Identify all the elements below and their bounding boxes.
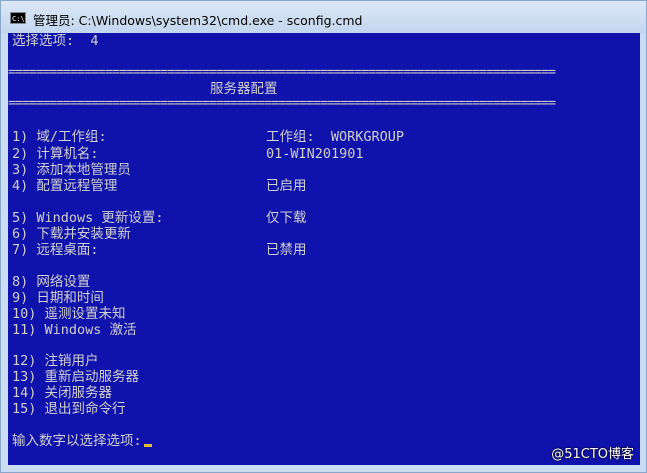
previous-prompt-line: 选择选项: 4 bbox=[12, 33, 99, 49]
menu-item-activation-label: 11) Windows 激活 bbox=[12, 322, 137, 338]
menu-heading: 服务器配置 bbox=[210, 81, 278, 97]
menu-item-datetime-label: 9) 日期和时间 bbox=[12, 290, 104, 306]
menu-item-update-settings-value: 仅下载 bbox=[266, 210, 307, 226]
menu-item-shutdown-label: 14) 关闭服务器 bbox=[12, 385, 113, 401]
menu-item-remote-desktop-value: 已禁用 bbox=[266, 242, 307, 258]
cmd-window: C:\. 管理员: C:\Windows\system32\cmd.exe - … bbox=[0, 0, 647, 473]
menu-item-add-admin-label: 3) 添加本地管理员 bbox=[12, 162, 131, 178]
watermark-text: @51CTO博客 bbox=[551, 447, 634, 462]
menu-item-remote-desktop-label: 7) 远程桌面: bbox=[12, 242, 99, 258]
menu-item-telemetry-label: 10) 遥测设置未知 bbox=[12, 306, 126, 322]
cmd-icon: C:\. bbox=[10, 12, 26, 24]
separator-bottom: ========================================… bbox=[8, 96, 556, 111]
menu-item-computer-name-value: 01-WIN201901 bbox=[266, 146, 364, 162]
menu-item-update-settings-label: 5) Windows 更新设置: bbox=[12, 210, 164, 226]
menu-item-install-updates-label: 6) 下载并安装更新 bbox=[12, 226, 131, 242]
text-cursor bbox=[143, 444, 152, 447]
menu-item-restart-label: 13) 重新启动服务器 bbox=[12, 369, 140, 385]
menu-item-exit-label: 15) 退出到命令行 bbox=[12, 401, 126, 417]
console-area[interactable]: 选择选项: 4 ================================… bbox=[8, 33, 640, 465]
separator-top: ========================================… bbox=[8, 65, 556, 80]
menu-item-remote-mgmt-label: 4) 配置远程管理 bbox=[12, 178, 118, 194]
menu-item-logoff-label: 12) 注销用户 bbox=[12, 353, 99, 369]
menu-item-computer-name-label: 2) 计算机名: bbox=[12, 146, 99, 162]
input-prompt-line[interactable]: 输入数字以选择选项: bbox=[12, 433, 152, 449]
menu-item-network-label: 8) 网络设置 bbox=[12, 274, 91, 290]
window-title: 管理员: C:\Windows\system32\cmd.exe - sconf… bbox=[33, 13, 363, 28]
menu-item-domain-value: 工作组: WORKGROUP bbox=[266, 129, 405, 145]
menu-item-domain-label: 1) 域/工作组: bbox=[12, 129, 107, 145]
input-prompt-text: 输入数字以选择选项: bbox=[12, 433, 142, 449]
menu-item-remote-mgmt-value: 已启用 bbox=[266, 178, 307, 194]
title-bar[interactable]: C:\. 管理员: C:\Windows\system32\cmd.exe - … bbox=[1, 1, 646, 33]
